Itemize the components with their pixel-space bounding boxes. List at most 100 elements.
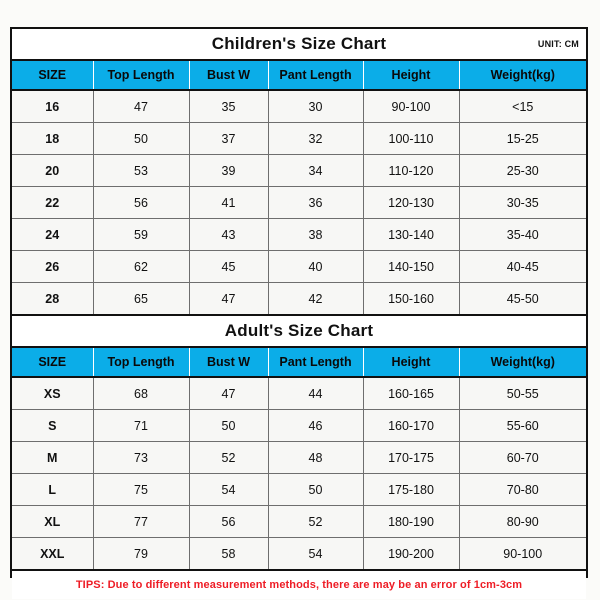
cell-bust-w: 43 [189,218,269,251]
cell-top-length: 79 [93,537,190,569]
adults-size-table: SIZE Top Length Bust W Pant Length Heigh… [12,348,586,569]
cell-size: 22 [12,186,94,219]
adults-header-bust-w: Bust W [189,348,269,378]
cell-height: 190-200 [363,537,460,569]
unit-note-label: UNIT: CM [537,39,579,49]
cell-bust-w: 47 [189,282,269,314]
cell-pant-length: 34 [268,154,364,187]
cell-size: 26 [12,250,94,283]
children-header-top-length: Top Length [93,61,190,91]
cell-bust-w: 41 [189,186,269,219]
cell-weight: 90-100 [459,537,586,569]
adults-header-top-length: Top Length [93,348,190,378]
children-table-header: SIZE Top Length Bust W Pant Length Heigh… [12,61,586,91]
cell-height: 90-100 [363,90,460,123]
adults-header-size: SIZE [12,348,94,378]
cell-height: 175-180 [363,473,460,506]
cell-top-length: 59 [93,218,190,251]
children-table-body: 16 47 35 30 90-100 <15 18 50 37 32 100-1… [12,90,586,314]
cell-pant-length: 42 [268,282,364,314]
cell-top-length: 77 [93,505,190,538]
cell-weight: 70-80 [459,473,586,506]
tips-note: TIPS: Due to different measurement metho… [75,579,523,591]
cell-height: 160-165 [363,377,460,410]
adults-table-body: XS 68 47 44 160-165 50-55 S 71 50 46 160… [12,377,586,569]
cell-bust-w: 52 [189,441,269,474]
cell-top-length: 75 [93,473,190,506]
cell-bust-w: 37 [189,122,269,155]
cell-size: L [12,473,94,506]
cell-weight: 15-25 [459,122,586,155]
cell-height: 140-150 [363,250,460,283]
cell-bust-w: 39 [189,154,269,187]
table-row: 18 50 37 32 100-110 15-25 [12,122,586,155]
children-table-block: SIZE Top Length Bust W Pant Length Heigh… [12,61,586,314]
table-row: XS 68 47 44 160-165 50-55 [12,377,586,410]
cell-weight: 25-30 [459,154,586,187]
children-header-weight: Weight(kg) [459,61,586,91]
table-row: M 73 52 48 170-175 60-70 [12,441,586,474]
adults-chart-title: Adult's Size Chart [224,321,374,340]
cell-bust-w: 58 [189,537,269,569]
cell-top-length: 53 [93,154,190,187]
cell-weight: 35-40 [459,218,586,251]
cell-height: 130-140 [363,218,460,251]
cell-size: S [12,409,94,442]
children-header-row: SIZE Top Length Bust W Pant Length Heigh… [12,61,586,91]
cell-height: 120-130 [363,186,460,219]
cell-height: 150-160 [363,282,460,314]
adults-header-height: Height [363,348,460,378]
table-row: 20 53 39 34 110-120 25-30 [12,154,586,187]
cell-pant-length: 36 [268,186,364,219]
cell-weight: 50-55 [459,377,586,410]
adults-table-header: SIZE Top Length Bust W Pant Length Heigh… [12,348,586,378]
children-header-height: Height [363,61,460,91]
children-header-pant-length: Pant Length [268,61,364,91]
cell-height: 110-120 [363,154,460,187]
cell-size: XL [12,505,94,538]
table-row: XXL 79 58 54 190-200 90-100 [12,537,586,569]
table-row: XL 77 56 52 180-190 80-90 [12,505,586,538]
cell-top-length: 65 [93,282,190,314]
cell-pant-length: 38 [268,218,364,251]
size-chart-container: Children's Size Chart UNIT: CM SIZE Top … [10,27,588,599]
cell-top-length: 47 [93,90,190,123]
children-header-bust-w: Bust W [189,61,269,91]
adults-table-block: SIZE Top Length Bust W Pant Length Heigh… [12,348,586,569]
table-row: S 71 50 46 160-170 55-60 [12,409,586,442]
cell-size: XXL [12,537,94,569]
cell-size: 28 [12,282,94,314]
cell-size: 18 [12,122,94,155]
cell-weight: 40-45 [459,250,586,283]
cell-pant-length: 32 [268,122,364,155]
children-chart-title: Children's Size Chart [211,34,387,53]
cell-top-length: 62 [93,250,190,283]
cell-weight: 30-35 [459,186,586,219]
cell-bust-w: 35 [189,90,269,123]
cell-weight: <15 [459,90,586,123]
cell-top-length: 50 [93,122,190,155]
adults-title-row: Adult's Size Chart [12,314,586,348]
cell-pant-length: 46 [268,409,364,442]
cell-size: XS [12,377,94,410]
adults-header-weight: Weight(kg) [459,348,586,378]
cell-weight: 80-90 [459,505,586,538]
cell-height: 180-190 [363,505,460,538]
table-row: 16 47 35 30 90-100 <15 [12,90,586,123]
cell-top-length: 56 [93,186,190,219]
cell-size: 16 [12,90,94,123]
cell-pant-length: 44 [268,377,364,410]
cell-pant-length: 52 [268,505,364,538]
cell-size: 20 [12,154,94,187]
tips-footer-row: TIPS: Due to different measurement metho… [12,569,586,599]
cell-height: 160-170 [363,409,460,442]
cell-bust-w: 50 [189,409,269,442]
cell-height: 170-175 [363,441,460,474]
table-row: 24 59 43 38 130-140 35-40 [12,218,586,251]
cell-weight: 45-50 [459,282,586,314]
cell-pant-length: 40 [268,250,364,283]
adults-header-pant-length: Pant Length [268,348,364,378]
table-row: 22 56 41 36 120-130 30-35 [12,186,586,219]
cell-top-length: 71 [93,409,190,442]
cell-pant-length: 48 [268,441,364,474]
